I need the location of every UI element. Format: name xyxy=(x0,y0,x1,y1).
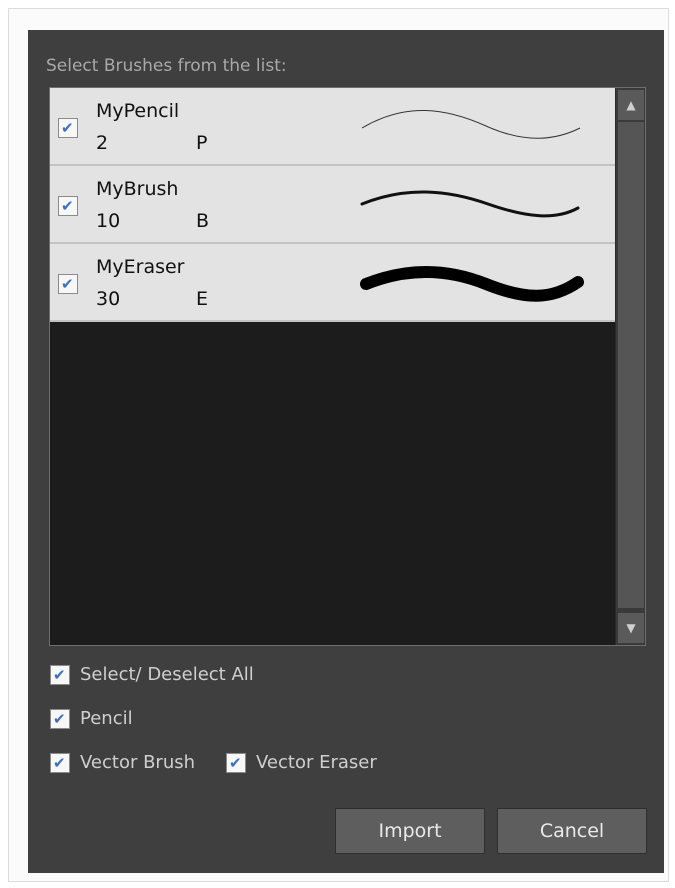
medium-stroke-preview-icon xyxy=(360,190,580,218)
import-button[interactable]: Import xyxy=(335,808,485,854)
import-brushes-dialog: Select Brushes from the list: ✔ MyPencil… xyxy=(28,30,664,873)
scroll-up-button[interactable]: ▲ xyxy=(618,90,644,120)
checkmark-icon: ✔ xyxy=(61,119,74,137)
pencil-label: Pencil xyxy=(80,708,133,729)
checkmark-icon: ✔ xyxy=(229,753,242,772)
dialog-header-label: Select Brushes from the list: xyxy=(46,56,287,76)
scroll-thumb[interactable] xyxy=(618,122,644,608)
arrow-up-icon: ▲ xyxy=(626,98,636,112)
brush-size: 10 xyxy=(96,210,121,232)
vector-brush-option[interactable]: ✔ Vector Brush xyxy=(50,752,195,773)
brush-shortcut: P xyxy=(196,132,208,154)
brush-row-mybrush[interactable]: ✔ MyBrush 10 B xyxy=(50,166,616,244)
thick-stroke-preview-icon xyxy=(360,266,584,302)
pencil-option[interactable]: ✔ Pencil xyxy=(50,708,133,729)
select-all-label: Select/ Deselect All xyxy=(80,664,254,685)
list-scrollbar[interactable]: ▲ ▼ xyxy=(615,88,645,645)
scroll-down-button[interactable]: ▼ xyxy=(618,613,644,643)
brush-list[interactable]: ✔ MyPencil 2 P ✔ MyBrush 10 B ✔ MyEraser… xyxy=(49,87,646,646)
checkmark-icon: ✔ xyxy=(53,753,66,772)
brush-name: MyPencil xyxy=(96,100,180,122)
brush-list-rows: ✔ MyPencil 2 P ✔ MyBrush 10 B ✔ MyEraser… xyxy=(50,88,616,322)
pencil-checkbox[interactable]: ✔ xyxy=(50,708,70,729)
checkmark-icon: ✔ xyxy=(61,197,74,215)
brush-size: 2 xyxy=(96,132,109,154)
brush-name: MyBrush xyxy=(96,178,179,200)
select-deselect-all-option[interactable]: ✔ Select/ Deselect All xyxy=(50,664,254,685)
checkmark-icon: ✔ xyxy=(53,665,66,684)
checkmark-icon: ✔ xyxy=(61,275,74,293)
vector-brush-checkbox[interactable]: ✔ xyxy=(50,752,70,773)
brush-row-mypencil[interactable]: ✔ MyPencil 2 P xyxy=(50,88,616,166)
vector-eraser-label: Vector Eraser xyxy=(256,752,377,773)
thin-stroke-preview-icon xyxy=(361,110,581,139)
brush-row-myeraser[interactable]: ✔ MyEraser 30 E xyxy=(50,244,616,322)
arrow-down-icon: ▼ xyxy=(626,621,636,635)
vector-eraser-option[interactable]: ✔ Vector Eraser xyxy=(226,752,377,773)
vector-eraser-checkbox[interactable]: ✔ xyxy=(226,752,246,773)
brush-name: MyEraser xyxy=(96,256,185,278)
select-all-checkbox[interactable]: ✔ xyxy=(50,664,70,685)
checkmark-icon: ✔ xyxy=(53,709,66,728)
brush-checkbox-mypencil[interactable]: ✔ xyxy=(58,118,78,138)
brush-shortcut: E xyxy=(196,288,209,310)
brush-checkbox-mybrush[interactable]: ✔ xyxy=(58,196,78,216)
brush-checkbox-myeraser[interactable]: ✔ xyxy=(58,274,78,294)
brush-shortcut: B xyxy=(196,210,210,232)
vector-brush-label: Vector Brush xyxy=(80,752,196,773)
cancel-button[interactable]: Cancel xyxy=(497,808,647,854)
brush-size: 30 xyxy=(96,288,121,310)
